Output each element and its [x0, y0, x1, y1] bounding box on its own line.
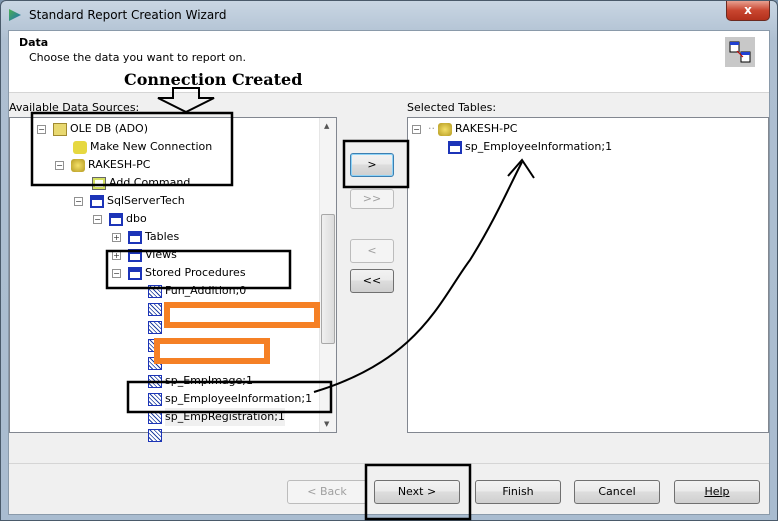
collapse-icon[interactable]: −	[37, 124, 46, 134]
procedure-icon	[148, 284, 162, 298]
tree-item[interactable]: Tables	[145, 228, 179, 246]
close-button[interactable]: x	[726, 1, 770, 21]
add-command-icon	[92, 176, 106, 190]
add-all-button[interactable]: >>	[350, 189, 394, 209]
selected-tables-tree[interactable]: − ·· RAKESH-PC sp_EmployeeInformation;1	[407, 117, 769, 433]
schema-icon	[109, 212, 123, 226]
tree-item[interactable]: SqlServerTech	[107, 192, 185, 210]
footer-divider	[9, 463, 769, 464]
views-icon	[128, 248, 142, 262]
page-title: Data	[19, 36, 49, 49]
collapse-icon[interactable]: −	[93, 214, 102, 224]
next-button[interactable]: Next >	[374, 480, 460, 504]
tree-item[interactable]: RAKESH-PC	[455, 120, 517, 138]
wizard-header: Data Choose the data you want to report …	[9, 31, 769, 93]
procedure-icon	[448, 140, 462, 154]
scroll-up-icon[interactable]: ▲	[324, 122, 329, 130]
procedure-icon	[148, 428, 162, 442]
procedure-icon	[148, 392, 162, 406]
available-sources-tree[interactable]: − OLE DB (ADO) Make New Connection − RAKES…	[9, 117, 337, 442]
tree-item[interactable]: dbo	[126, 210, 147, 228]
remove-button[interactable]: <	[350, 239, 394, 263]
tree-item[interactable]: sp_EmpRegistration;1	[165, 408, 285, 426]
scroll-down-icon[interactable]: ▼	[324, 420, 329, 428]
add-button[interactable]: >	[350, 153, 394, 177]
page-subtitle: Choose the data you want to report on.	[29, 51, 246, 64]
tree-item[interactable]: Views	[145, 246, 177, 264]
remove-all-button[interactable]: <<	[350, 269, 394, 293]
window-title: Standard Report Creation Wizard	[29, 8, 227, 22]
help-button[interactable]: Help	[674, 480, 760, 504]
back-button[interactable]: < Back	[287, 480, 367, 504]
folder-icon	[53, 122, 67, 136]
title-bar: Standard Report Creation Wizard x	[1, 1, 778, 29]
app-icon	[9, 9, 21, 21]
database-object-icon	[90, 194, 104, 208]
collapse-icon[interactable]: −	[412, 124, 421, 134]
wizard-client: Data Choose the data you want to report …	[8, 30, 770, 515]
available-sources-label: Available Data Sources:	[9, 101, 140, 114]
tree-item[interactable]: OLE DB (ADO)	[70, 120, 148, 138]
collapse-icon[interactable]: −	[74, 196, 83, 206]
annotation-callout: Connection Created	[124, 70, 303, 89]
scroll-thumb[interactable]	[321, 214, 335, 344]
collapse-icon[interactable]: −	[55, 160, 64, 170]
tree-item[interactable]: RAKESH-PC	[88, 156, 150, 174]
procedure-icon	[148, 410, 162, 424]
tree-item[interactable]: Add Command	[109, 174, 190, 192]
selected-tables-label: Selected Tables:	[407, 101, 497, 114]
collapse-icon[interactable]: −	[112, 268, 121, 278]
procedure-icon	[148, 338, 162, 352]
tree-item[interactable]: sp_EmployeeInformation;1	[465, 138, 612, 156]
expand-icon[interactable]: +	[112, 250, 121, 260]
data-link-icon	[725, 37, 755, 67]
procedure-icon	[148, 356, 162, 370]
new-connection-icon	[73, 140, 87, 154]
cancel-button[interactable]: Cancel	[574, 480, 660, 504]
procedure-icon	[148, 302, 162, 316]
tree-item[interactable]: Fun_Addition;0	[165, 282, 246, 300]
tables-icon	[128, 230, 142, 244]
database-icon	[71, 158, 85, 172]
expand-icon[interactable]: +	[112, 232, 121, 242]
finish-button[interactable]: Finish	[475, 480, 561, 504]
stored-procedures-icon	[128, 266, 142, 280]
database-icon	[438, 122, 452, 136]
tree-item[interactable]: Make New Connection	[90, 138, 212, 156]
procedure-icon	[148, 320, 162, 334]
tree-scrollbar[interactable]: ▲ ▼	[319, 118, 336, 432]
tree-item[interactable]: Stored Procedures	[145, 264, 246, 282]
procedure-icon	[148, 374, 162, 388]
tree-item[interactable]: sp_EmpImage;1	[165, 372, 253, 390]
tree-item[interactable]: sp_EmployeeInformation;1	[165, 390, 312, 408]
